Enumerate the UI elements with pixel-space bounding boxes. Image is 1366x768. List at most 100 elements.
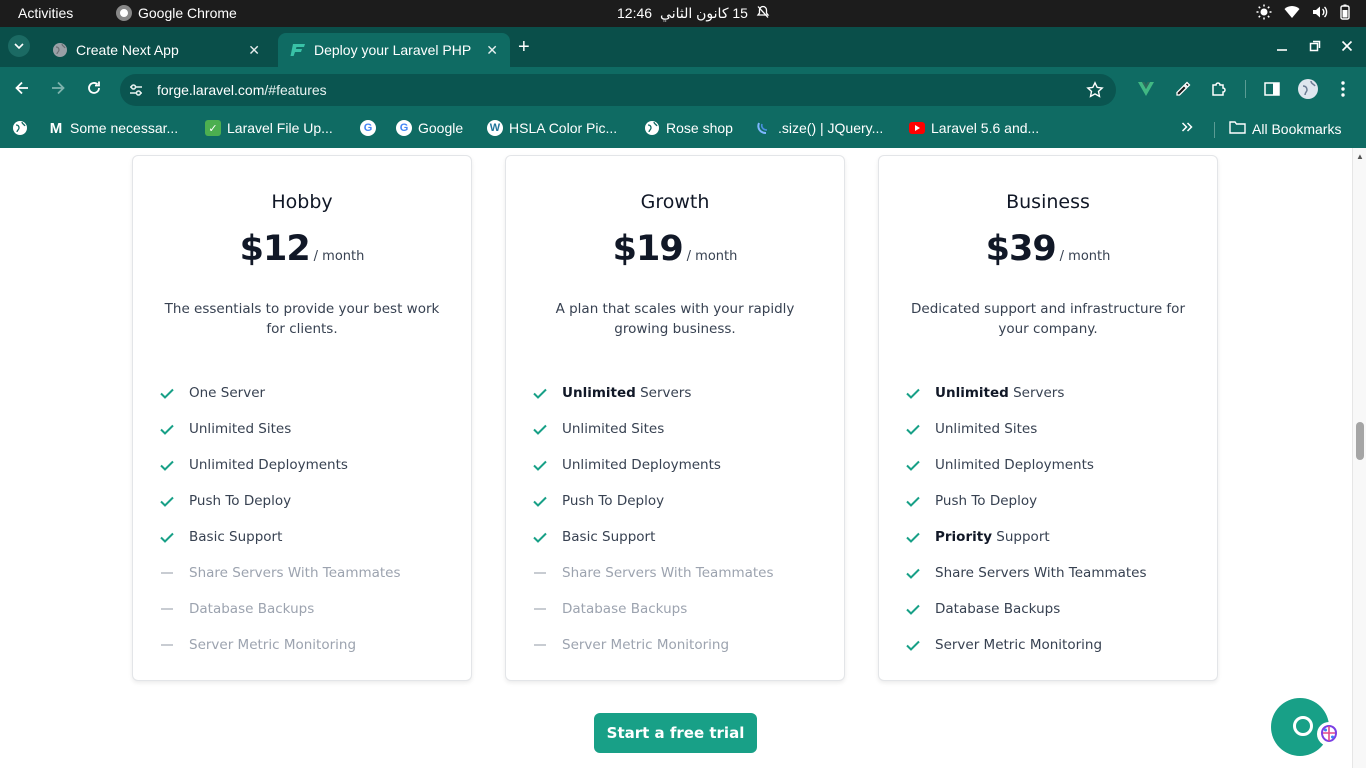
check-icon bbox=[160, 424, 189, 435]
all-bookmarks-button[interactable]: All Bookmarks bbox=[1229, 120, 1341, 137]
close-icon bbox=[1341, 40, 1353, 52]
vue-devtools-icon[interactable] bbox=[1137, 80, 1155, 103]
feature-emphasis: Unlimited bbox=[562, 385, 636, 401]
system-top-bar: Activities Google Chrome 12:46 15 كانون … bbox=[0, 0, 1366, 27]
feature-item: Database Backups bbox=[160, 591, 401, 627]
system-tray[interactable] bbox=[1256, 4, 1350, 20]
check-icon bbox=[533, 460, 562, 471]
feature-text: Database Backups bbox=[935, 601, 1060, 617]
close-window-button[interactable] bbox=[1341, 39, 1353, 55]
plan-name: Hobby bbox=[271, 191, 333, 213]
plan-card-hobby: Hobby $12/ month The essentials to provi… bbox=[132, 155, 472, 681]
jquery-icon bbox=[756, 120, 772, 136]
feature-label: Unlimited Deployments bbox=[562, 457, 721, 473]
address-bar[interactable]: forge.laravel.com/#features bbox=[120, 74, 1116, 106]
app-menu[interactable]: Google Chrome bbox=[116, 5, 237, 21]
apps-globe-icon[interactable] bbox=[12, 120, 28, 136]
bookmark-item[interactable]: ✓ Laravel File Up... bbox=[205, 120, 333, 136]
side-panel-icon[interactable] bbox=[1263, 80, 1281, 103]
feature-item: Share Servers With Teammates bbox=[533, 555, 774, 591]
scrollbar-thumb[interactable] bbox=[1356, 422, 1364, 460]
extensions-icon[interactable] bbox=[1210, 80, 1228, 103]
plan-period: / month bbox=[686, 249, 738, 264]
bookmarks-bar: M Some necessar... ✓ Laravel File Up... … bbox=[0, 112, 1366, 148]
page-scrollbar[interactable]: ▲ bbox=[1352, 148, 1366, 768]
bookmark-item[interactable]: W HSLA Color Pic... bbox=[487, 120, 617, 136]
start-free-trial-button[interactable]: Start a free trial bbox=[594, 713, 757, 753]
arrow-right-icon bbox=[52, 81, 65, 95]
check-icon bbox=[906, 640, 935, 651]
tab-close-icon[interactable]: ✕ bbox=[486, 42, 498, 59]
check-icon bbox=[906, 388, 935, 399]
bookmark-label: Some necessar... bbox=[70, 120, 179, 136]
feature-item: Basic Support bbox=[533, 519, 774, 555]
feature-text: Basic Support bbox=[562, 529, 655, 545]
bookmark-item[interactable]: G Google bbox=[396, 120, 463, 136]
url-path: /#features bbox=[264, 82, 327, 98]
bookmark-star-icon[interactable] bbox=[1086, 81, 1104, 102]
arrow-left-icon bbox=[15, 81, 28, 95]
dash-icon bbox=[160, 572, 189, 574]
plan-description: A plan that scales with your rapidly gro… bbox=[555, 301, 795, 337]
new-tab-button[interactable]: + bbox=[518, 37, 530, 57]
check-icon bbox=[160, 388, 189, 399]
tab-title: Create Next App bbox=[76, 42, 179, 58]
feature-item: Database Backups bbox=[533, 591, 774, 627]
plan-card-growth: Growth $19/ month A plan that scales wit… bbox=[505, 155, 845, 681]
feature-list: Unlimited Servers Unlimited Sites Unlimite… bbox=[533, 375, 774, 663]
notifications-muted-icon bbox=[756, 5, 770, 22]
bookmark-label: Laravel 5.6 and... bbox=[931, 120, 1040, 136]
bookmark-item[interactable]: Laravel 5.6 and... bbox=[909, 120, 1039, 136]
feature-text: Database Backups bbox=[189, 601, 314, 617]
color-picker-icon[interactable] bbox=[1174, 80, 1192, 103]
tab-search-button[interactable] bbox=[8, 35, 30, 57]
forward-button[interactable] bbox=[49, 79, 67, 102]
site-info-icon[interactable] bbox=[128, 82, 144, 101]
bookmark-favicon: ✓ bbox=[205, 120, 221, 136]
feature-item: Server Metric Monitoring bbox=[160, 627, 401, 663]
more-bookmarks-chevron-icon[interactable] bbox=[1181, 121, 1193, 133]
brain-extension-icon[interactable] bbox=[1316, 721, 1342, 747]
feature-text: Share Servers With Teammates bbox=[935, 565, 1147, 581]
back-button[interactable] bbox=[13, 79, 31, 102]
tab-close-icon[interactable]: ✕ bbox=[248, 42, 260, 59]
scroll-up-icon[interactable]: ▲ bbox=[1356, 152, 1364, 161]
bookmark-item[interactable]: Rose shop bbox=[644, 120, 733, 136]
bookmark-label: Rose shop bbox=[666, 120, 733, 136]
dash-icon bbox=[160, 644, 189, 646]
clock[interactable]: 12:46 15 كانون الثاني bbox=[617, 5, 770, 22]
feature-label: Push To Deploy bbox=[189, 493, 292, 509]
battery-icon bbox=[1340, 4, 1350, 20]
bookmark-item[interactable]: .size() | JQuery... bbox=[756, 120, 883, 136]
feature-label: Database Backups bbox=[935, 601, 1061, 617]
activities-button[interactable]: Activities bbox=[18, 5, 73, 21]
plan-period: / month bbox=[1059, 249, 1111, 264]
minimize-button[interactable] bbox=[1276, 39, 1288, 55]
tab-deploy-laravel[interactable]: Deploy your Laravel PHP ✕ bbox=[278, 33, 510, 67]
tab-create-next-app[interactable]: Create Next App ✕ bbox=[40, 33, 272, 67]
tab-strip: Create Next App ✕ Deploy your Laravel PH… bbox=[0, 27, 1366, 67]
feature-emphasis: Priority bbox=[935, 529, 992, 545]
plan-price-line: $39/ month bbox=[879, 229, 1217, 269]
feature-item: Push To Deploy bbox=[906, 483, 1147, 519]
feature-item: Unlimited Servers bbox=[906, 375, 1147, 411]
bookmark-item[interactable]: M Some necessar... bbox=[48, 120, 179, 137]
minimize-icon bbox=[1277, 49, 1287, 51]
feature-text: Unlimited Deployments bbox=[935, 457, 1094, 473]
check-icon bbox=[533, 532, 562, 543]
plan-price-line: $12/ month bbox=[133, 229, 471, 269]
profile-avatar-icon[interactable] bbox=[1297, 78, 1319, 105]
check-icon bbox=[906, 496, 935, 507]
feature-text: Unlimited Sites bbox=[189, 421, 291, 437]
plan-price: $12 bbox=[239, 229, 311, 269]
kebab-menu-icon[interactable] bbox=[1340, 80, 1346, 103]
reload-button[interactable] bbox=[85, 79, 103, 102]
feature-text: Share Servers With Teammates bbox=[562, 565, 774, 581]
feature-text: Database Backups bbox=[562, 601, 687, 617]
restore-button[interactable] bbox=[1309, 39, 1321, 55]
feature-label: Support bbox=[992, 529, 1050, 545]
plan-period: / month bbox=[313, 249, 365, 264]
feature-label: Database Backups bbox=[189, 601, 315, 617]
bookmark-item[interactable]: G bbox=[360, 120, 376, 136]
volume-icon bbox=[1312, 5, 1328, 19]
